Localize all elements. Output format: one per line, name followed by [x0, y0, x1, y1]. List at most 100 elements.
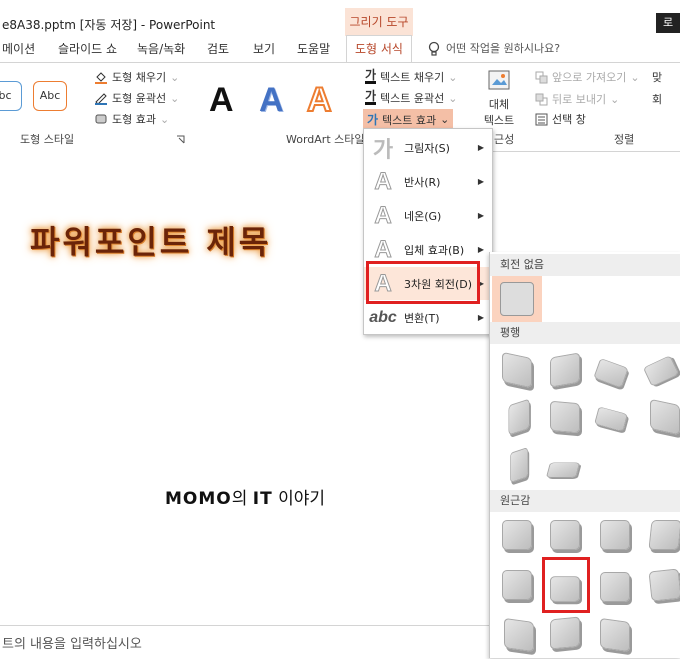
tab-review[interactable]: 검토: [207, 36, 229, 62]
parallel-preset-3[interactable]: [593, 358, 629, 388]
ribbon: bc Abc 도형 채우기 ⌄ 도형 윤곽선 ⌄ 도형 효과 ⌄ 도형 스타일 A A…: [0, 62, 680, 152]
text-fill-button[interactable]: 가 텍스트 채우기 ⌄: [365, 69, 457, 85]
alt-text-button[interactable]: 대체 텍스트: [482, 69, 516, 128]
lightbulb-icon: [428, 41, 440, 56]
perspective-preset-7[interactable]: [600, 572, 630, 602]
accessibility-group-label: 근성: [494, 133, 515, 146]
no-rotation-preset-icon: [500, 282, 534, 316]
text-fill-label: 텍스트 채우기: [380, 71, 445, 84]
notes-placeholder: 트의 내용을 입력하십시오: [2, 637, 142, 652]
tell-me-box[interactable]: 어떤 작업을 원하시나요?: [428, 36, 560, 62]
slide-title[interactable]: 파워포인트 제목: [30, 217, 271, 263]
tab-shape-format[interactable]: 도형 서식: [346, 35, 412, 62]
paint-bucket-icon: [95, 72, 107, 84]
gallery-header-no-rotation: 회전 없음: [490, 254, 680, 276]
menu-item-glow-label: 네온(G): [404, 209, 442, 223]
align-label: 맞: [652, 71, 663, 84]
alt-text-label-1: 대체: [488, 98, 510, 111]
wordart-style-orange[interactable]: A: [306, 80, 333, 120]
shape-outline-button[interactable]: 도형 윤곽선 ⌄: [94, 90, 179, 106]
menu-item-glow[interactable]: A 네온(G) ▶: [364, 199, 492, 232]
user-account-button[interactable]: 로: [656, 13, 680, 33]
shape-effects-button[interactable]: 도형 효과 ⌄: [94, 111, 169, 127]
shape-style-sample-2[interactable]: Abc: [33, 81, 67, 111]
perspective-preset-8[interactable]: [648, 568, 680, 602]
submenu-arrow-icon: ▶: [477, 177, 484, 186]
parallel-preset-2[interactable]: [550, 352, 580, 388]
parallel-preset-5[interactable]: [508, 398, 530, 436]
bring-forward-label: 앞으로 가져오기: [552, 71, 627, 84]
subtitle-end: 이야기: [272, 489, 326, 509]
text-outline-icon: 가: [365, 89, 377, 105]
submenu-arrow-icon: ▶: [477, 245, 484, 254]
submenu-arrow-icon: ▶: [477, 143, 484, 152]
parallel-preset-9[interactable]: [510, 447, 528, 483]
group-label: 회: [652, 93, 663, 106]
dialog-launcher-icon[interactable]: [176, 135, 185, 144]
highlight-box-perspective-preset: [542, 557, 590, 613]
wordart-style-blue[interactable]: A: [259, 81, 284, 120]
menu-item-bevel-label: 입체 효과(B): [404, 243, 465, 257]
perspective-preset-10[interactable]: [550, 616, 580, 650]
menu-item-reflection[interactable]: A 반사(R) ▶: [364, 165, 492, 198]
perspective-preset-3[interactable]: [600, 520, 630, 550]
tab-view[interactable]: 보기: [253, 36, 275, 62]
shape-effects-icon: [95, 114, 107, 124]
shape-style-sample-1[interactable]: bc: [0, 81, 22, 111]
shape-effects-label: 도형 효과: [112, 113, 156, 126]
bring-forward-icon: [535, 71, 548, 83]
shape-outline-label: 도형 윤곽선: [112, 92, 167, 105]
shape-fill-button[interactable]: 도형 채우기 ⌄: [94, 69, 179, 85]
perspective-preset-4[interactable]: [648, 520, 680, 550]
window-title: e8A38.pptm [자동 저장] - PowerPoint: [2, 18, 216, 32]
pen-outline-icon: [95, 93, 107, 105]
ribbon-tabs: 메이션 슬라이드 쇼 녹음/녹화 검토 보기 도움말 도형 서식 어떤 작업을 …: [0, 35, 680, 62]
align-button[interactable]: 맞: [652, 69, 662, 85]
bevel-effect-icon: A: [374, 235, 392, 263]
send-backward-button[interactable]: 뒤로 보내기 ⌄: [535, 91, 619, 107]
parallel-preset-1[interactable]: [502, 351, 532, 389]
tab-slideshow[interactable]: 슬라이드 쇼: [58, 36, 117, 62]
tab-help[interactable]: 도움말: [297, 36, 330, 62]
highlight-box-3d-rotation: [366, 261, 480, 304]
menu-item-shadow-label: 그림자(S): [404, 141, 450, 155]
tell-me-text: 어떤 작업을 원하시나요?: [446, 42, 561, 55]
perspective-preset-11[interactable]: [600, 617, 630, 653]
submenu-arrow-icon: ▶: [477, 211, 484, 220]
parallel-preset-8[interactable]: [650, 398, 680, 436]
wordart-styles-group-label: WordArt 스타일: [286, 133, 365, 146]
text-outline-button[interactable]: 가 텍스트 윤곽선 ⌄: [365, 90, 457, 106]
perspective-preset-2[interactable]: [550, 520, 580, 550]
gallery-header-perspective: 원근감: [490, 490, 680, 512]
menu-item-shadow[interactable]: 가 그림자(S) ▶: [364, 131, 492, 164]
alt-text-icon: [488, 70, 510, 90]
selection-pane-label: 선택 창: [552, 113, 586, 126]
perspective-preset-9[interactable]: [504, 617, 534, 653]
text-outline-label: 텍스트 윤곽선: [380, 92, 445, 105]
subtitle-bold-it: IT: [252, 489, 273, 509]
wordart-style-black[interactable]: A: [209, 81, 234, 120]
selection-pane-icon: [535, 113, 548, 125]
text-effects-icon: 가: [367, 113, 379, 127]
parallel-preset-7[interactable]: [594, 406, 628, 432]
transform-effect-icon: abc: [369, 308, 397, 326]
subtitle-bold-momo: MOMO: [165, 489, 232, 509]
perspective-preset-5[interactable]: [502, 570, 532, 600]
parallel-preset-4[interactable]: [642, 355, 680, 387]
menu-item-transform[interactable]: abc 변환(T) ▶: [364, 301, 492, 334]
selection-pane-button[interactable]: 선택 창: [535, 111, 586, 127]
alt-text-label-2: 텍스트: [483, 114, 515, 127]
parallel-preset-10[interactable]: [545, 462, 581, 478]
arrange-group-label: 정렬: [614, 133, 635, 146]
perspective-preset-1[interactable]: [502, 520, 532, 550]
send-backward-label: 뒤로 보내기: [552, 93, 607, 106]
tab-animations[interactable]: 메이션: [2, 36, 35, 62]
group-button[interactable]: 회: [652, 91, 662, 107]
parallel-preset-6[interactable]: [550, 400, 580, 434]
shadow-effect-icon: 가: [372, 136, 394, 162]
reflection-effect-icon: A: [374, 167, 392, 195]
tab-recording[interactable]: 녹음/녹화: [137, 36, 185, 62]
bring-forward-button[interactable]: 앞으로 가져오기 ⌄: [535, 69, 640, 85]
text-effects-button[interactable]: 가 텍스트 효과 ⌄: [363, 109, 454, 130]
slide-subtitle[interactable]: MOMO의 IT 이야기: [165, 484, 325, 509]
